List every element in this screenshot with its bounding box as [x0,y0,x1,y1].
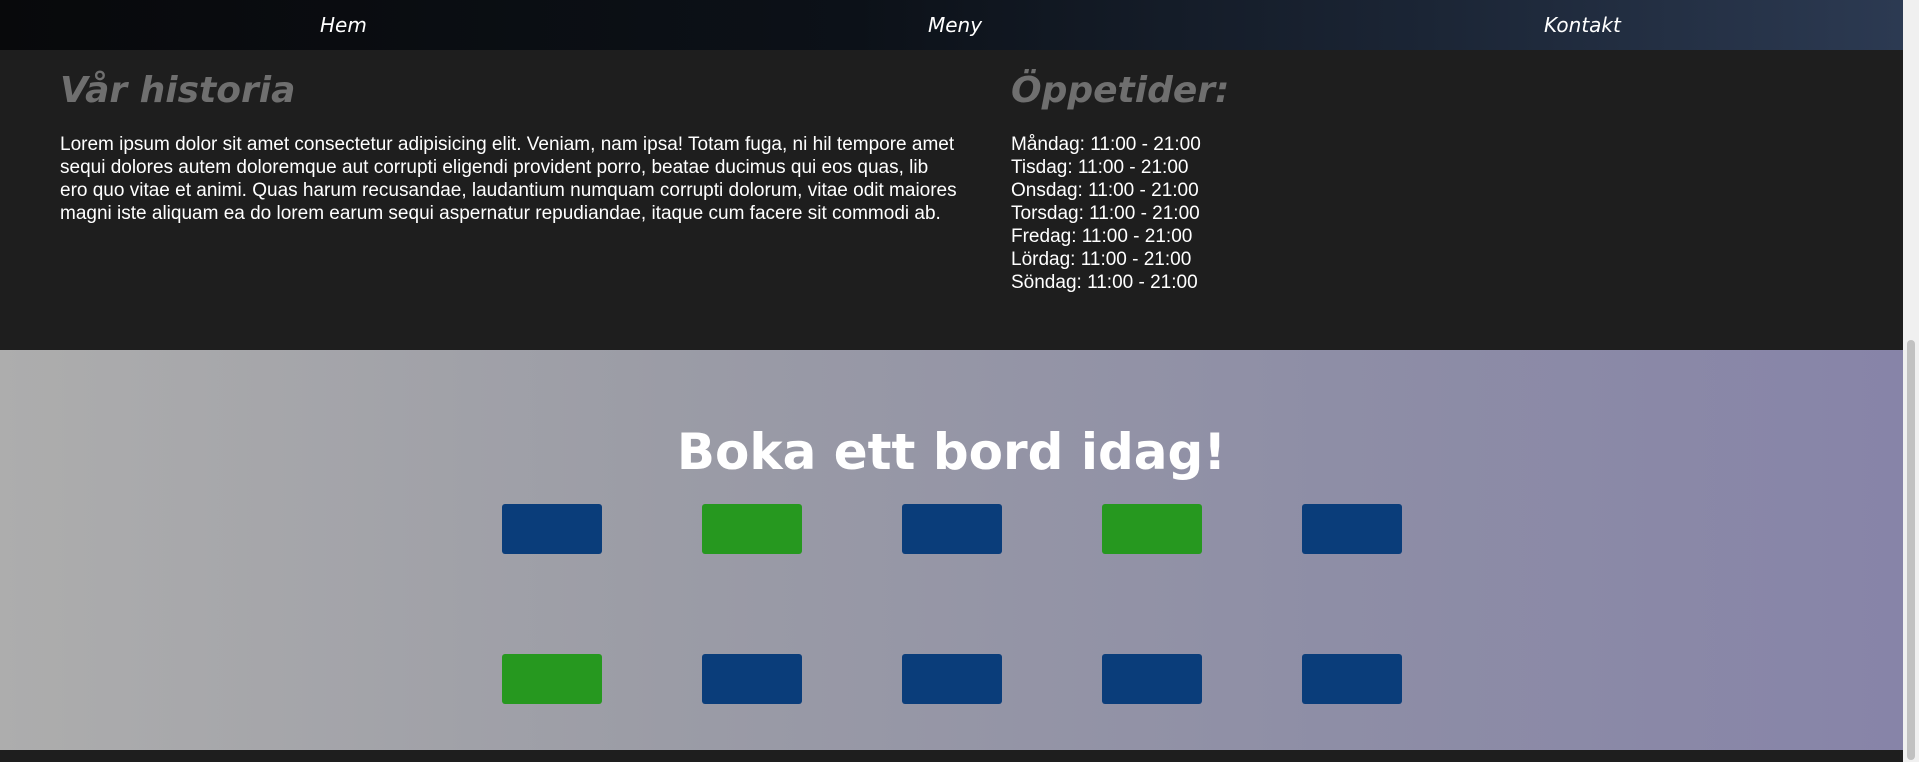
table-button-2[interactable] [702,504,802,554]
opening-hours-list: Måndag: 11:00 - 21:00 Tisdag: 11:00 - 21… [1011,133,1201,294]
table-button-1[interactable] [502,504,602,554]
table-button-3[interactable] [902,504,1002,554]
opening-hours-title: Öppetider: [1011,70,1230,111]
booking-title: Boka ett bord idag! [676,423,1227,481]
opening-hours-monday: Måndag: 11:00 - 21:00 [1011,134,1201,155]
opening-hours-saturday: Lördag: 11:00 - 21:00 [1011,249,1192,270]
table-button-9[interactable] [1102,654,1202,704]
info-section: Vår historia Lorem ipsum dolor sit amet … [0,50,1903,350]
history-text: Lorem ipsum dolor sit amet consectetur a… [60,134,957,224]
nav-link-contact[interactable]: Kontakt [1544,13,1621,37]
booking-section: Boka ett bord idag! [0,350,1903,750]
table-button-8[interactable] [902,654,1002,704]
nav-link-menu[interactable]: Meny [928,13,982,37]
vertical-scrollbar[interactable] [1903,0,1919,762]
opening-hours-friday: Fredag: 11:00 - 21:00 [1011,226,1193,247]
opening-hours-tuesday: Tisdag: 11:00 - 21:00 [1011,157,1189,178]
table-button-5[interactable] [1302,504,1402,554]
nav-link-home[interactable]: Hem [320,13,367,37]
opening-hours-thursday: Torsdag: 11:00 - 21:00 [1011,203,1200,224]
table-button-6[interactable] [502,654,602,704]
opening-hours-sunday: Söndag: 11:00 - 21:00 [1011,272,1198,293]
opening-hours-wednesday: Onsdag: 11:00 - 21:00 [1011,180,1199,201]
table-button-4[interactable] [1102,504,1202,554]
table-button-10[interactable] [1302,654,1402,704]
scrollbar-thumb[interactable] [1907,340,1915,760]
history-title: Vår historia [60,70,296,111]
top-navigation: Hem Meny Kontakt [0,0,1903,50]
table-button-7[interactable] [702,654,802,704]
page: Hem Meny Kontakt Vår historia Lorem ipsu… [0,0,1919,762]
